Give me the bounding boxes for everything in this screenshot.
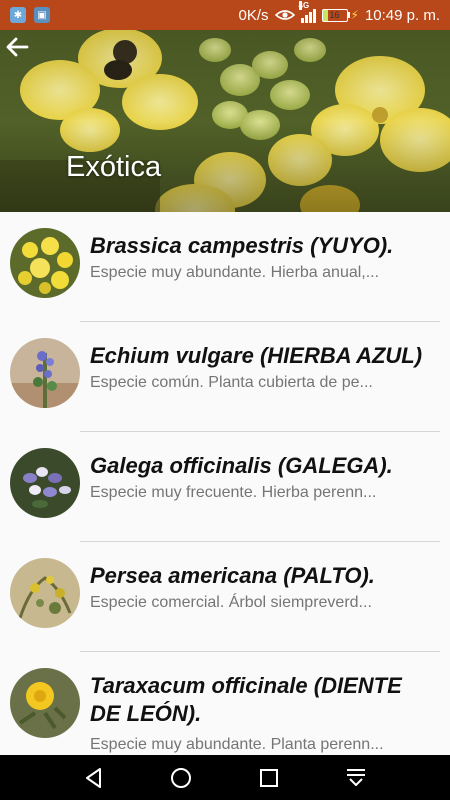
list-item[interactable]: Galega officinalis (GALEGA). Especie muy… [0, 432, 450, 542]
net-speed: 0K/s [238, 6, 269, 24]
bluetooth-app-icon: ✱ [10, 7, 26, 23]
species-name: Brassica campestris (YUYO). [90, 233, 394, 258]
list-item[interactable]: Taraxacum officinale (DIENTE DE LEÓN). E… [0, 652, 450, 755]
recents-square-icon[interactable] [254, 763, 284, 793]
eye-icon [274, 10, 295, 20]
charging-icon: ⚡ [350, 8, 359, 22]
species-thumbnail [10, 558, 80, 628]
navigation-bar [0, 755, 450, 800]
species-list[interactable]: Brassica campestris (YUYO). Especie muy … [0, 212, 450, 755]
species-name: Echium vulgare (HIERBA AZUL) [90, 343, 423, 368]
battery-level: 16 [321, 8, 348, 22]
home-circle-icon[interactable] [166, 763, 196, 793]
species-name: Taraxacum officinale (DIENTE DE LEÓN). [90, 673, 402, 726]
gallery-app-icon: ▣ [34, 7, 50, 23]
species-description: Especie muy abundante. Planta perenn... [90, 736, 384, 753]
species-description: Especie comercial. Árbol siempreverd... [90, 594, 372, 611]
species-thumbnail [10, 668, 80, 738]
status-bar: ✱ ▣ 0K/s 4G 16 ⚡ 10:49 p. m. [0, 0, 450, 30]
status-notifications: ✱ ▣ [10, 7, 50, 23]
species-description: Especie muy abundante. Hierba anual,... [90, 264, 380, 281]
species-name: Galega officinalis (GALEGA). [90, 453, 393, 478]
clock: 10:49 p. m. [364, 6, 440, 24]
header-banner: Exótica [0, 30, 450, 212]
species-thumbnail [10, 228, 80, 298]
notifications-down-icon[interactable] [341, 763, 371, 793]
page-title: Exótica [66, 151, 162, 183]
network-type: 4G [298, 1, 310, 10]
back-triangle-icon[interactable] [79, 763, 109, 793]
header-overlay [0, 30, 450, 212]
species-description: Especie común. Planta cubierta de pe... [90, 374, 373, 391]
list-item[interactable]: Brassica campestris (YUYO). Especie muy … [0, 212, 450, 322]
status-indicators: 0K/s 4G 16 ⚡ 10:49 p. m. [238, 1, 440, 24]
species-description: Especie muy frecuente. Hierba perenn... [90, 484, 377, 501]
species-thumbnail [10, 448, 80, 518]
species-name: Persea americana (PALTO). [90, 563, 375, 588]
signal-icon: 4G [298, 1, 316, 23]
arrow-left-icon[interactable] [0, 30, 34, 64]
battery-icon: 16 ⚡ [321, 8, 359, 22]
list-item[interactable]: Persea americana (PALTO). Especie comerc… [0, 542, 450, 652]
species-thumbnail [10, 338, 80, 408]
list-item[interactable]: Echium vulgare (HIERBA AZUL) Especie com… [0, 322, 450, 432]
